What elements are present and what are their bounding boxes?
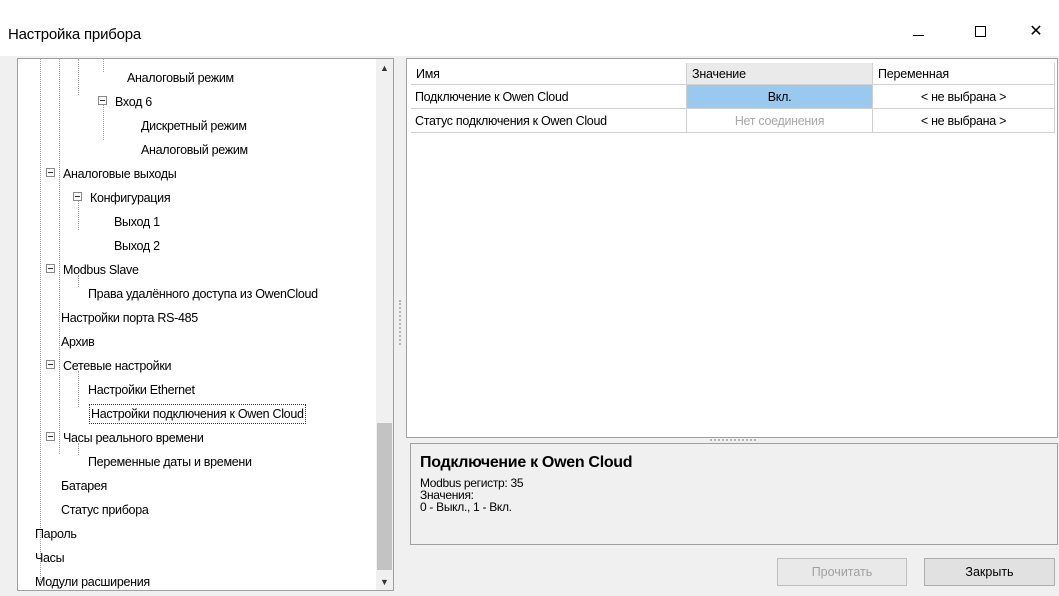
row-name-cell[interactable]: Статус подключения к Owen Cloud — [411, 109, 687, 133]
tree-scrollbar[interactable]: ▲ ▼ — [376, 59, 393, 590]
tree-item[interactable]: Выход 2 — [112, 235, 162, 258]
maximize-icon — [974, 25, 986, 37]
description-panel: Подключение к Owen Cloud Modbus регистр:… — [410, 443, 1058, 545]
tree-item-label: Modbus Slave — [63, 263, 139, 277]
tree-item-label: Сетевые настройки — [63, 359, 172, 373]
tree-item[interactable]: Modbus Slave — [61, 259, 141, 282]
tree-line — [59, 59, 60, 454]
description-line: 0 - Выкл., 1 - Вкл. — [420, 500, 512, 514]
close-window-button[interactable]: ✕ — [1013, 14, 1059, 48]
collapse-icon[interactable] — [46, 360, 55, 369]
tree-item-label: Пароль — [35, 527, 77, 541]
vertical-splitter[interactable] — [399, 300, 401, 345]
read-button[interactable]: Прочитать — [777, 558, 907, 586]
column-header-name[interactable]: Имя — [411, 63, 687, 85]
tree-item[interactable]: Архив — [59, 331, 97, 354]
tree-item-label: Часы — [35, 551, 65, 565]
tree-item-label: Вход 6 — [115, 95, 152, 109]
minimize-icon — [912, 34, 924, 36]
maximize-button[interactable] — [957, 14, 1003, 48]
tree-item-label: Настройки порта RS-485 — [61, 311, 198, 325]
tree-item-label: Часы реального времени — [63, 431, 204, 445]
tree-item-label: Аналоговый режим — [141, 143, 248, 157]
scroll-thumb[interactable] — [377, 423, 392, 570]
tree-item[interactable]: Выход 1 — [112, 211, 162, 234]
description-line: Значения: — [420, 488, 474, 502]
tree-item[interactable]: Статус прибора — [59, 499, 151, 522]
close-icon: ✕ — [1029, 23, 1043, 40]
scroll-down-icon[interactable]: ▼ — [376, 573, 393, 590]
tree-item-label: Переменные даты и времени — [88, 455, 252, 469]
tree-item-label: Настройки Ethernet — [88, 383, 195, 397]
collapse-icon[interactable] — [46, 432, 55, 441]
tree-item[interactable]: Права удалённого доступа из OwenCloud — [86, 283, 320, 306]
collapse-icon[interactable] — [46, 264, 55, 273]
tree-line — [103, 104, 104, 140]
tree-item-label: Права удалённого доступа из OwenCloud — [88, 287, 318, 301]
close-button[interactable]: Закрыть — [924, 558, 1055, 586]
tree-item-selected[interactable]: Настройки подключения к Owen Cloud — [89, 403, 306, 426]
row-variable-cell[interactable]: < не выбрана > — [873, 109, 1055, 133]
column-header-value[interactable]: Значение — [687, 63, 873, 85]
tree-item[interactable]: Аналоговые выходы — [61, 163, 178, 186]
tree-item[interactable]: Аналоговый режим — [125, 67, 236, 90]
tree-item[interactable]: Настройки порта RS-485 — [59, 307, 200, 330]
tree-item[interactable]: Пароль — [33, 523, 79, 546]
tree-item-label: Дискретный режим — [141, 119, 247, 133]
device-settings-tree[interactable]: Аналоговый режим Вход 6 Дискретный режим… — [17, 58, 394, 591]
tree-item[interactable]: Вход 6 — [113, 91, 154, 114]
tree-line — [103, 59, 104, 72]
description-title: Подключение к Owen Cloud — [420, 454, 633, 471]
tree-item-label: Аналоговый режим — [127, 71, 234, 85]
parameters-grid[interactable]: Имя Значение Переменная Подключение к Ow… — [406, 58, 1058, 438]
window-title: Настройка прибора — [8, 26, 142, 43]
row-name-cell[interactable]: Подключение к Owen Cloud — [411, 85, 687, 109]
tree-item-label: Аналоговые выходы — [63, 167, 177, 181]
tree-item[interactable]: Батарея — [59, 475, 109, 498]
tree-item[interactable]: Часы — [33, 547, 66, 570]
tree-line — [78, 59, 79, 95]
collapse-icon[interactable] — [46, 168, 55, 177]
row-value-cell: Нет соединения — [687, 109, 873, 133]
horizontal-splitter[interactable] — [710, 439, 756, 441]
title-bar: Настройка прибора ✕ — [0, 0, 1059, 56]
tree-item-label: Настройки подключения к Owen Cloud — [89, 404, 306, 424]
row-variable-cell[interactable]: < не выбрана > — [873, 85, 1055, 109]
tree-line — [40, 59, 41, 582]
tree-item-label: Выход 2 — [114, 239, 160, 253]
tree-item[interactable]: Переменные даты и времени — [86, 451, 254, 474]
scroll-up-icon[interactable]: ▲ — [376, 59, 393, 76]
collapse-icon[interactable] — [73, 192, 82, 201]
column-header-variable[interactable]: Переменная — [873, 63, 1055, 85]
tree-item-label: Батарея — [61, 479, 107, 493]
tree-item-label: Статус прибора — [61, 503, 149, 517]
tree-item[interactable]: Аналоговый режим — [139, 139, 250, 162]
tree-item[interactable]: Дискретный режим — [139, 115, 249, 138]
tree-item[interactable]: Конфигурация — [88, 187, 172, 210]
tree-item-label: Выход 1 — [114, 215, 160, 229]
tree-item-label: Архив — [61, 335, 95, 349]
tree-item[interactable]: Модули расширения — [33, 571, 152, 590]
row-value-cell[interactable]: Вкл. — [687, 85, 873, 109]
tree-item-label: Модули расширения — [35, 575, 150, 589]
minimize-button[interactable] — [895, 14, 941, 48]
tree-item-label: Конфигурация — [90, 191, 171, 205]
tree-item[interactable]: Настройки Ethernet — [86, 379, 197, 402]
collapse-icon[interactable] — [98, 96, 107, 105]
tree-item[interactable]: Часы реального времени — [61, 427, 206, 450]
description-line: Modbus регистр: 35 — [420, 476, 524, 490]
tree-item[interactable]: Сетевые настройки — [61, 355, 173, 378]
